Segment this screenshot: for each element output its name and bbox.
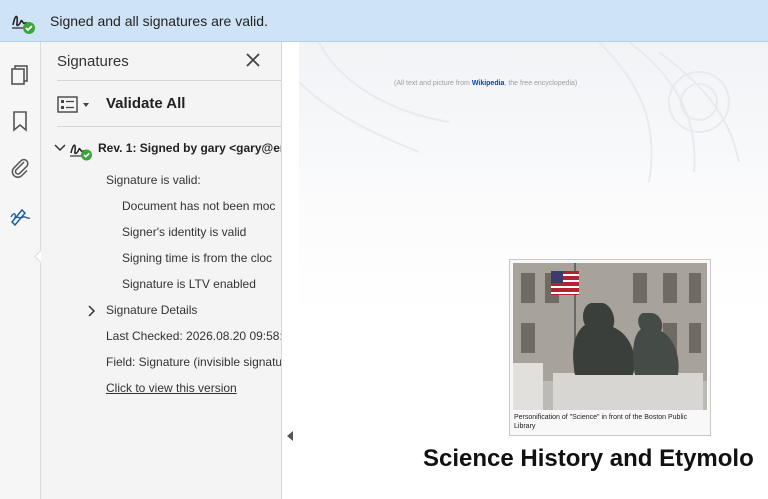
credit-prefix: (All text and picture from xyxy=(394,80,470,87)
signature-valid-icon xyxy=(12,15,35,34)
attachment-icon[interactable] xyxy=(9,156,31,178)
credit-suffix: , the free encyclopedia) xyxy=(504,80,578,87)
revision-label: Rev. 1: Signed by gary <gary@er xyxy=(98,141,282,155)
signature-valid-icon xyxy=(70,144,92,161)
banner-message: Signed and all signatures are valid. xyxy=(50,13,268,29)
check-item: Signature is LTV enabled xyxy=(122,277,256,291)
chevron-right-icon[interactable] xyxy=(88,305,96,317)
wikipedia-link[interactable]: Wikipedia xyxy=(472,80,505,87)
signature-details-toggle[interactable]: Signature Details xyxy=(106,303,197,317)
bookmark-icon[interactable] xyxy=(9,110,31,132)
signature-status-banner: Signed and all signatures are valid. xyxy=(0,0,768,42)
science-statue-photo xyxy=(513,263,707,410)
figure-caption: Personification of "Science" in front of… xyxy=(514,414,688,430)
check-item: Signer's identity is valid xyxy=(122,225,247,239)
last-checked-text: Last Checked: 2026.08.20 09:58:4 xyxy=(106,329,282,343)
collapse-panel-icon[interactable] xyxy=(286,430,294,442)
close-icon[interactable] xyxy=(244,51,262,69)
pages-icon[interactable] xyxy=(9,64,31,86)
validate-all-button[interactable]: Validate All xyxy=(106,95,185,112)
options-menu-button[interactable] xyxy=(57,96,93,114)
section-heading: Science History and Etymolo xyxy=(423,445,754,472)
panel-divider xyxy=(57,126,281,127)
document-credit: (All text and picture from Wikipedia, th… xyxy=(394,80,577,87)
revision-row[interactable]: Rev. 1: Signed by gary <gary@er xyxy=(51,138,282,161)
figure: Personification of "Science" in front of… xyxy=(509,259,711,436)
check-item: Signing time is from the cloc xyxy=(122,251,273,265)
view-version-link[interactable]: Click to view this version xyxy=(106,381,237,395)
page-background-ornament xyxy=(299,42,740,183)
signature-status: Signature is valid: xyxy=(106,173,201,187)
document-view[interactable]: (All text and picture from Wikipedia, th… xyxy=(299,42,768,499)
check-item: Document has not been moc xyxy=(122,199,276,213)
panel-title: Signatures xyxy=(57,53,129,70)
field-text: Field: Signature (invisible signatu xyxy=(106,355,282,369)
signature-pen-icon[interactable] xyxy=(9,204,31,226)
left-tool-strip xyxy=(0,42,47,499)
chevron-down-icon[interactable] xyxy=(54,144,66,152)
signatures-panel: Signatures Validate All Rev. 1: Signed b… xyxy=(41,42,282,499)
panel-divider xyxy=(57,80,281,81)
